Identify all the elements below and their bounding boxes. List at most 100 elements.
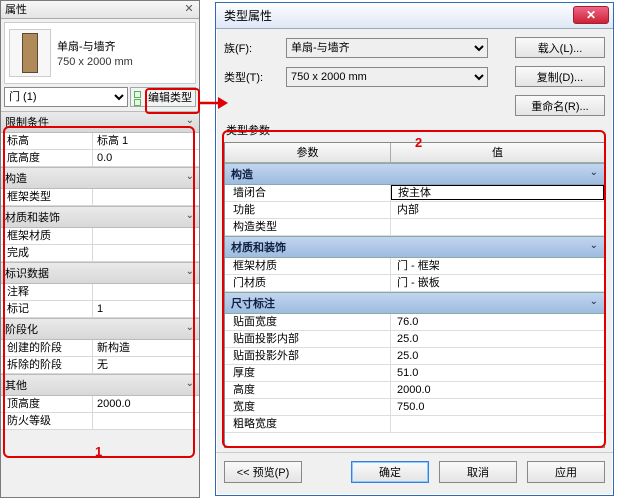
param-value[interactable] xyxy=(93,245,199,261)
chevron-down-icon: ⌄ xyxy=(186,322,194,333)
grid-materials: 框架材质完成 xyxy=(1,228,199,262)
section-materials[interactable]: 材质和装饰⌄ xyxy=(1,206,199,228)
dialog-titlebar: 类型属性 ✕ xyxy=(216,3,613,29)
grid-identity: 注释标记1 xyxy=(1,284,199,318)
duplicate-button[interactable]: 复制(D)... xyxy=(515,66,605,87)
type-param-value[interactable]: 51.0 xyxy=(391,365,604,381)
type-param-name: 贴面投影外部 xyxy=(225,348,391,364)
param-name: 标记 xyxy=(1,301,93,317)
apply-button[interactable]: 应用 xyxy=(527,461,605,483)
param-value[interactable] xyxy=(93,284,199,300)
type-row[interactable]: 贴面投影内部25.0 xyxy=(225,331,604,348)
type-row[interactable]: 贴面宽度76.0 xyxy=(225,314,604,331)
grid-row[interactable]: 防火等级 xyxy=(1,413,199,430)
section-other[interactable]: 其他⌄ xyxy=(1,374,199,396)
annotation-label-1: 1 xyxy=(95,444,102,459)
type-row[interactable]: 粗略宽度 xyxy=(225,416,604,433)
type-row[interactable]: 门材质门 - 嵌板 xyxy=(225,275,604,292)
type-param-value[interactable]: 按主体 xyxy=(391,185,604,200)
param-value[interactable]: 1 xyxy=(93,301,199,317)
close-icon[interactable]: ✕ xyxy=(182,2,196,16)
dialog-title-text: 类型属性 xyxy=(224,9,272,23)
chevron-down-icon: ⌄ xyxy=(590,240,598,251)
type-row[interactable]: 厚度51.0 xyxy=(225,365,604,382)
type-row[interactable]: 功能内部 xyxy=(225,202,604,219)
type-row[interactable]: 构造类型 xyxy=(225,219,604,236)
type-selector[interactable]: 单扇-与墙齐 750 x 2000 mm xyxy=(4,22,196,84)
preview-button[interactable]: << 预览(P) xyxy=(224,461,302,483)
properties-titlebar: 属性 ✕ xyxy=(1,1,199,19)
type-param-value[interactable]: 25.0 xyxy=(391,348,604,364)
section-constraints[interactable]: 限制条件⌄ xyxy=(1,111,199,133)
type-param-name: 构造类型 xyxy=(225,219,391,235)
type-param-value[interactable]: 内部 xyxy=(391,202,604,218)
type-label: 类型(T): xyxy=(224,69,286,85)
ok-button[interactable]: 确定 xyxy=(351,461,429,483)
type-row[interactable]: 框架材质门 - 框架 xyxy=(225,258,604,275)
param-value[interactable]: 2000.0 xyxy=(93,396,199,412)
grid-row[interactable]: 框架类型 xyxy=(1,189,199,206)
type-row[interactable]: 高度2000.0 xyxy=(225,382,604,399)
type-section-dimensions[interactable]: 尺寸标注⌄ xyxy=(225,292,604,314)
door-thumbnail-icon xyxy=(9,29,51,77)
grid-row[interactable]: 标高标高 1 xyxy=(1,133,199,150)
grid-row[interactable]: 完成 xyxy=(1,245,199,262)
type-section-materials[interactable]: 材质和装饰⌄ xyxy=(225,236,604,258)
grid-other: 顶高度2000.0防火等级 xyxy=(1,396,199,430)
column-header-value[interactable]: 值 xyxy=(391,143,604,162)
cancel-button[interactable]: 取消 xyxy=(439,461,517,483)
param-name: 框架材质 xyxy=(1,228,93,244)
edit-type-button[interactable]: 编辑类型 xyxy=(130,87,196,107)
type-param-value[interactable]: 2000.0 xyxy=(391,382,604,398)
type-param-name: 贴面宽度 xyxy=(225,314,391,330)
param-value[interactable]: 0.0 xyxy=(93,150,199,166)
grid-construction: 框架类型 xyxy=(1,189,199,206)
section-construction[interactable]: 构造⌄ xyxy=(1,167,199,189)
type-param-name: 高度 xyxy=(225,382,391,398)
grid-row[interactable]: 顶高度2000.0 xyxy=(1,396,199,413)
grid-row[interactable]: 底高度0.0 xyxy=(1,150,199,167)
type-row[interactable]: 宽度750.0 xyxy=(225,399,604,416)
section-phasing[interactable]: 阶段化⌄ xyxy=(1,318,199,340)
param-value[interactable]: 无 xyxy=(93,357,199,373)
edit-type-icon xyxy=(134,91,146,103)
type-properties-dialog: 类型属性 ✕ 族(F): 单扇-与墙齐 载入(L)... 类型(T): 750 … xyxy=(215,2,614,496)
rename-button[interactable]: 重命名(R)... xyxy=(515,95,605,116)
param-name: 注释 xyxy=(1,284,93,300)
type-row[interactable]: 墙闭合按主体 xyxy=(225,185,604,202)
type-param-value[interactable]: 76.0 xyxy=(391,314,604,330)
param-value[interactable] xyxy=(93,189,199,205)
type-row[interactable]: 贴面投影外部25.0 xyxy=(225,348,604,365)
chevron-down-icon: ⌄ xyxy=(186,115,194,126)
grid-row[interactable]: 标记1 xyxy=(1,301,199,318)
column-header-param[interactable]: 参数 xyxy=(225,143,391,162)
type-select[interactable]: 750 x 2000 mm xyxy=(286,67,488,87)
chevron-down-icon: ⌄ xyxy=(186,378,194,389)
type-param-value[interactable] xyxy=(391,416,604,432)
param-value[interactable] xyxy=(93,413,199,429)
type-section-construction[interactable]: 构造⌄ xyxy=(225,163,604,185)
type-param-value[interactable]: 25.0 xyxy=(391,331,604,347)
type-param-value[interactable] xyxy=(391,219,604,235)
param-value[interactable] xyxy=(93,228,199,244)
param-value[interactable]: 标高 1 xyxy=(93,133,199,149)
annotation-label-2: 2 xyxy=(415,135,422,150)
section-identity[interactable]: 标识数据⌄ xyxy=(1,262,199,284)
family-select[interactable]: 单扇-与墙齐 xyxy=(286,38,488,58)
grid-phasing: 创建的阶段新构造拆除的阶段无 xyxy=(1,340,199,374)
dialog-close-button[interactable]: ✕ xyxy=(573,6,609,24)
type-size: 750 x 2000 mm xyxy=(57,56,133,68)
type-param-name: 框架材质 xyxy=(225,258,391,274)
grid-row[interactable]: 拆除的阶段无 xyxy=(1,357,199,374)
type-param-value[interactable]: 门 - 框架 xyxy=(391,258,604,274)
param-name: 完成 xyxy=(1,245,93,261)
type-param-value[interactable]: 750.0 xyxy=(391,399,604,415)
param-value[interactable]: 新构造 xyxy=(93,340,199,356)
load-button[interactable]: 载入(L)... xyxy=(515,37,605,58)
grid-row[interactable]: 创建的阶段新构造 xyxy=(1,340,199,357)
grid-row[interactable]: 注释 xyxy=(1,284,199,301)
grid-constraints: 标高标高 1底高度0.0 xyxy=(1,133,199,167)
type-param-value[interactable]: 门 - 嵌板 xyxy=(391,275,604,291)
category-filter-select[interactable]: 门 (1) xyxy=(4,87,128,107)
grid-row[interactable]: 框架材质 xyxy=(1,228,199,245)
